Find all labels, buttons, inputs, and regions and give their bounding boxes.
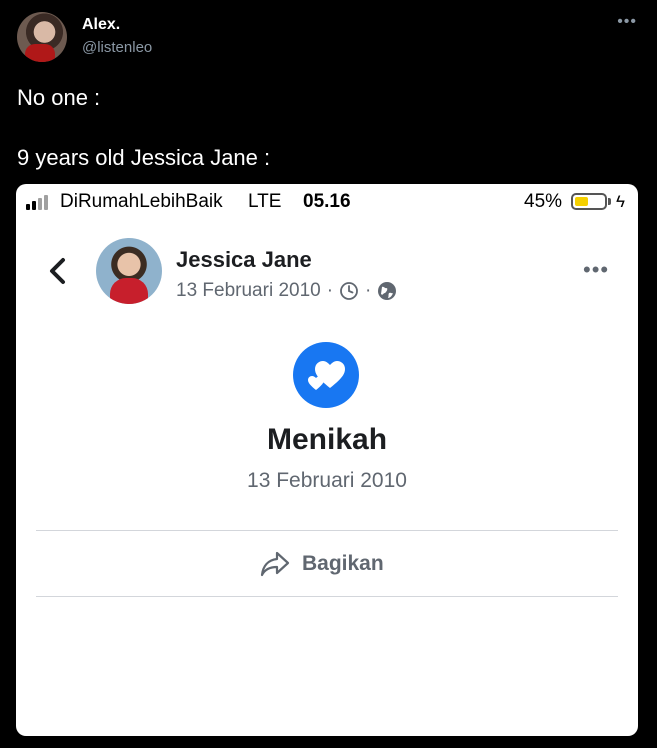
author-handle[interactable]: @listenleo	[82, 39, 152, 56]
profile-name[interactable]: Jessica Jane	[176, 247, 312, 273]
meta-separator: ·	[365, 280, 372, 301]
divider	[36, 530, 618, 531]
battery-percent: 45%	[524, 191, 563, 212]
profile-avatar[interactable]	[96, 238, 162, 304]
network-type: LTE	[248, 191, 282, 212]
tweet-text-line: No one :	[17, 85, 101, 110]
share-icon	[260, 551, 290, 577]
divider	[36, 596, 618, 597]
embedded-screenshot[interactable]: DiRumahLebihBaik LTE 05.16 45% ϟ Jessica…	[16, 184, 638, 736]
more-horizontal-icon[interactable]: •••	[617, 14, 637, 30]
back-arrow-icon[interactable]	[44, 254, 72, 288]
event-date: 13 Februari 2010	[247, 469, 407, 492]
signal-strength-icon	[26, 195, 56, 210]
hearts-icon	[293, 342, 359, 408]
battery-icon	[571, 193, 607, 210]
post-date[interactable]: 13 Februari 2010	[176, 280, 321, 302]
share-label: Bagikan	[302, 552, 384, 575]
status-bar: DiRumahLebihBaik LTE 05.16 45% ϟ	[16, 184, 638, 220]
globe-icon[interactable]	[377, 281, 397, 301]
avatar[interactable]	[17, 12, 67, 62]
charging-bolt-icon: ϟ	[616, 192, 625, 211]
carrier-name: DiRumahLebihBaik	[60, 191, 223, 212]
hearts-glyph	[308, 361, 345, 390]
tweet-header: Alex. @listenleo •••	[17, 12, 647, 64]
meta-separator: ·	[326, 280, 334, 301]
more-options-icon[interactable]: •••	[583, 259, 609, 281]
post-meta: 13 Februari 2010 · ·	[176, 280, 397, 302]
share-button[interactable]: Bagikan	[260, 546, 384, 582]
tweet-text-line: 9 years old Jessica Jane :	[17, 145, 271, 170]
author-name[interactable]: Alex.	[82, 16, 120, 34]
event-title: Menikah	[266, 423, 388, 456]
battery-tip	[608, 198, 611, 205]
clock-icon	[340, 282, 358, 300]
status-time: 05.16	[303, 191, 351, 212]
